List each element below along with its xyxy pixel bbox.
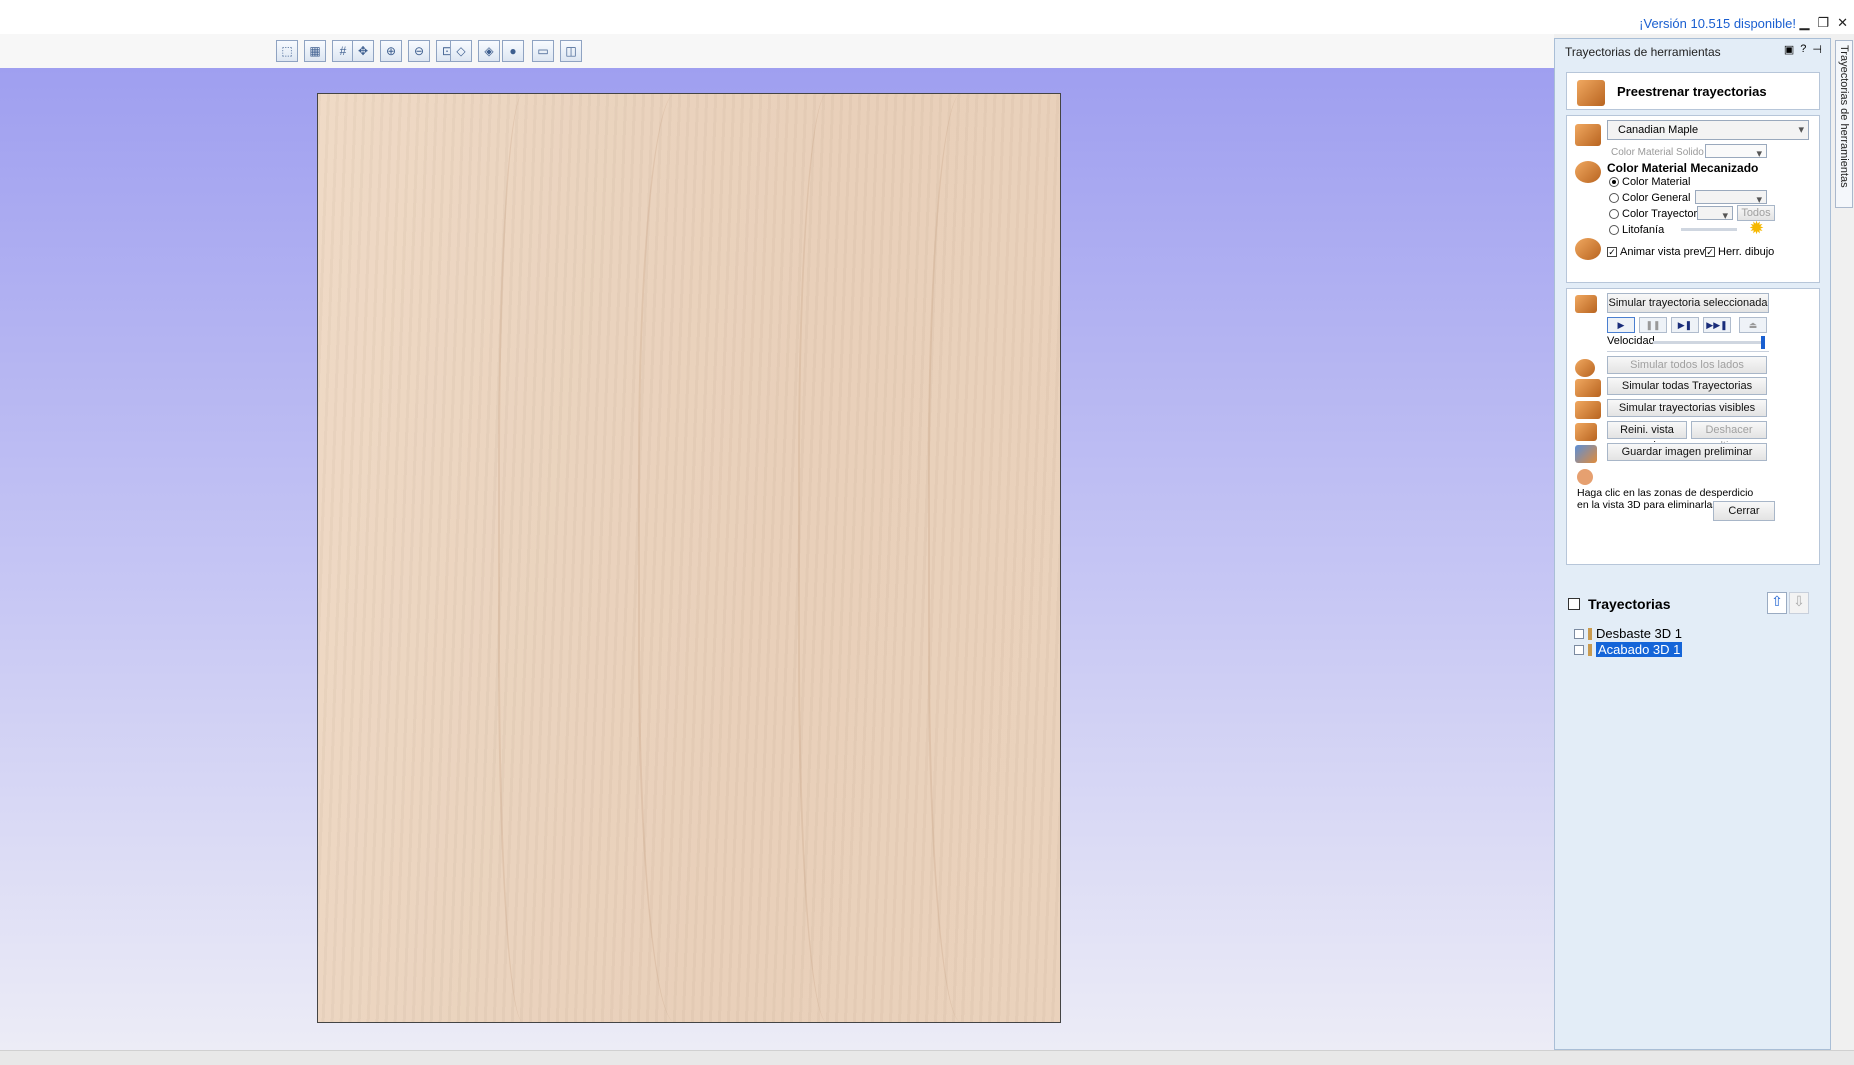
solid-color-select[interactable] — [1705, 144, 1767, 163]
draw-tool-checkbox[interactable]: ✓ Herr. dibujo — [1705, 246, 1774, 258]
litophane-slider[interactable] — [1681, 228, 1737, 231]
version-available-link[interactable]: ¡Versión 10.515 disponible! — [1639, 16, 1796, 31]
radio-color-material[interactable]: Color Material — [1609, 176, 1690, 188]
all-sides-icon — [1575, 359, 1595, 377]
toolpath-order-controls: ⇧ ⇩ — [1767, 592, 1809, 614]
remove-waste-icon — [1577, 469, 1593, 485]
speed-slider-thumb[interactable] — [1761, 336, 1765, 349]
solid-color-label: Color Material Solido — [1611, 147, 1704, 158]
move-down-icon[interactable]: ⇩ — [1789, 592, 1809, 614]
panel-header-icons: ▣ ? ⊣ — [1784, 43, 1822, 56]
close-icon[interactable]: ✕ — [1837, 15, 1848, 31]
hint-line-1: Haga clic en las zonas de desperdicio — [1577, 487, 1754, 499]
tool-icon — [1588, 643, 1592, 656]
speed-label: Velocidad — [1607, 335, 1655, 347]
all-paths-icon — [1575, 379, 1601, 397]
material-select[interactable]: Canadian Maple — [1607, 120, 1809, 140]
simulation-section: Simular trayectoria seleccionada ▶ ❚❚ ▶❚… — [1566, 288, 1820, 565]
animate-preview-checkbox[interactable]: ✓ Animar vista previa — [1607, 246, 1714, 258]
simulate-selected-button[interactable]: Simular trayectoria seleccionada — [1607, 293, 1769, 313]
save-image-icon — [1575, 445, 1597, 463]
title-bar: ¡Versión 10.515 disponible! ▁ ❐ ✕ — [0, 0, 1854, 34]
window-controls: ▁ ❐ ✕ — [1799, 15, 1848, 31]
zoom-material-icon[interactable]: ▦ — [304, 40, 326, 62]
side-tab-label: Trayectorias de herramientas — [1838, 45, 1850, 188]
simulate-all-paths-button[interactable]: Simular todas Trayectorias — [1607, 377, 1767, 395]
radio-color-trayectoria[interactable]: Color Trayectoria — [1609, 208, 1706, 220]
simulate-all-sides-button[interactable]: Simular todos los lados — [1607, 356, 1767, 374]
pin-icon[interactable]: ⊣ — [1812, 43, 1822, 56]
toolpath-preview-panel: Trayectorias de herramientas ▣ ? ⊣ Prees… — [1554, 38, 1831, 1050]
radio-color-general-label: Color General — [1622, 192, 1691, 204]
toolpath-label-selected: Acabado 3D 1 — [1596, 642, 1683, 657]
zoom-in-icon[interactable]: ⊕ — [380, 40, 402, 62]
restore-icon[interactable]: ❐ — [1817, 15, 1829, 31]
preview-toolpaths-icon — [1577, 80, 1605, 106]
tool-icon — [1588, 627, 1592, 640]
simulate-visible-button[interactable]: Simular trayectorias visibles — [1607, 399, 1767, 417]
render-icon[interactable]: ● — [502, 40, 524, 62]
material-icon — [1575, 124, 1601, 146]
fast-forward-button[interactable]: ▶▶❚ — [1703, 317, 1731, 333]
toolpath-item[interactable]: Acabado 3D 1 — [1574, 642, 1683, 657]
toolpath-item[interactable]: Desbaste 3D 1 — [1574, 626, 1682, 641]
radio-litofania-label: Litofanía — [1622, 224, 1665, 236]
play-button[interactable]: ▶ — [1607, 317, 1635, 333]
toolpath-label: Desbaste 3D 1 — [1596, 626, 1682, 641]
wood-material-board — [317, 93, 1061, 1023]
toolpath-checkbox[interactable] — [1574, 628, 1584, 639]
machined-color-icon — [1575, 161, 1601, 183]
undo-last-button[interactable]: Deshacer ultimo — [1691, 421, 1767, 452]
split-horizontal-icon[interactable]: ▭ — [532, 40, 554, 62]
step-button[interactable]: ▶❚ — [1671, 317, 1699, 333]
radio-color-material-label: Color Material — [1622, 176, 1691, 188]
view-toolbar: ⬚ ▦ # ✥ ⊕ ⊖ ⊡ ◇ ◈ ● ▭ ◫ — [0, 34, 1554, 68]
view-top-icon[interactable]: ◈ — [478, 40, 500, 62]
animate-preview-label: Animar vista previa — [1620, 246, 1714, 258]
draw-tool-label: Herr. dibujo — [1718, 246, 1775, 258]
radio-color-trayectoria-label: Color Trayectoria — [1622, 208, 1706, 220]
animate-icon — [1575, 238, 1601, 260]
zoom-out-icon[interactable]: ⊖ — [408, 40, 430, 62]
general-color-select[interactable] — [1695, 190, 1767, 209]
split-vertical-icon[interactable]: ◫ — [560, 40, 582, 62]
preview-toolpaths-button[interactable]: Preestrenar trayectorias — [1566, 72, 1820, 110]
grid-icon[interactable]: # — [332, 40, 354, 62]
help-icon[interactable]: ? — [1800, 43, 1806, 56]
reset-preview-icon — [1575, 423, 1597, 441]
zoom-extents-icon[interactable]: ⬚ — [276, 40, 298, 62]
simulate-selected-icon — [1575, 295, 1597, 313]
panel-layout-icon[interactable]: ▣ — [1784, 43, 1794, 56]
toolpaths-header: Trayectorias — [1568, 596, 1671, 612]
status-bar — [0, 1050, 1854, 1065]
speed-slider[interactable] — [1653, 336, 1765, 349]
toolpath-color-select[interactable] — [1697, 206, 1733, 225]
preview-toolpaths-label: Preestrenar trayectorias — [1617, 84, 1767, 99]
radio-color-general[interactable]: Color General — [1609, 192, 1690, 204]
material-section: Canadian Maple Color Material Solido Col… — [1566, 115, 1820, 283]
save-image-button[interactable]: Guardar imagen preliminar — [1607, 443, 1767, 461]
minimize-icon[interactable]: ▁ — [1799, 15, 1809, 31]
panel-title: Trayectorias de herramientas — [1565, 45, 1721, 59]
sun-icon[interactable]: ✹ — [1749, 218, 1764, 239]
radio-litofania[interactable]: Litofanía — [1609, 224, 1664, 236]
eject-button[interactable]: ⏏ — [1739, 317, 1767, 333]
visible-paths-icon — [1575, 401, 1601, 419]
machined-color-heading: Color Material Mecanizado — [1607, 161, 1759, 175]
view-iso-icon[interactable]: ◇ — [450, 40, 472, 62]
close-button[interactable]: Cerrar — [1713, 501, 1775, 521]
pause-button[interactable]: ❚❚ — [1639, 317, 1667, 333]
3d-viewport[interactable] — [0, 68, 1554, 1050]
toolpath-checkbox[interactable] — [1574, 644, 1584, 655]
reset-preview-button[interactable]: Reini. vista previa — [1607, 421, 1687, 452]
move-up-icon[interactable]: ⇧ — [1767, 592, 1787, 614]
toolpaths-heading: Trayectorias — [1588, 596, 1671, 612]
hint-line-2: en la vista 3D para eliminarlas. — [1577, 499, 1721, 511]
side-tab-toolpaths[interactable]: Trayectorias de herramientas — [1835, 40, 1853, 208]
pan-icon[interactable]: ✥ — [352, 40, 374, 62]
toolpaths-master-checkbox[interactable] — [1568, 598, 1580, 610]
